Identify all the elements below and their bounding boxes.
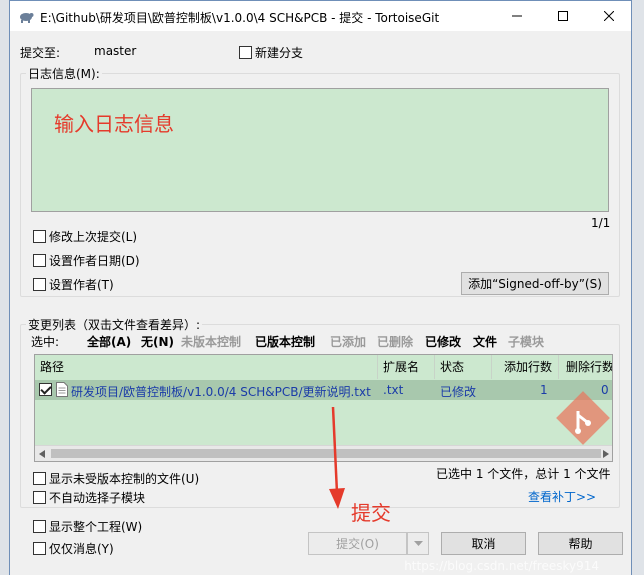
new-branch-checkbox[interactable]: 新建分支 — [239, 44, 303, 61]
message-only-checkbox[interactable]: 仅仅消息(Y) — [33, 540, 114, 557]
branch-name: master — [94, 44, 137, 58]
message-only-checkbox-box[interactable] — [33, 542, 46, 555]
filter-added[interactable]: 已添加 — [330, 333, 366, 350]
close-button[interactable] — [586, 1, 631, 31]
commit-to-label: 提交至: — [20, 46, 61, 60]
new-branch-label: 新建分支 — [255, 46, 304, 60]
show-whole-project-checkbox-box[interactable] — [33, 520, 46, 533]
view-patch-link[interactable]: 查看补丁>> — [528, 488, 596, 505]
commit-message-text: 输入日志信息 — [54, 112, 174, 136]
set-author-label: 设置作者(T) — [49, 278, 114, 292]
row-added: 1 — [540, 383, 548, 397]
close-icon — [603, 11, 614, 21]
column-header-deleted[interactable]: 删除行数 — [559, 355, 612, 379]
set-author-checkbox[interactable]: 设置作者(T) — [33, 276, 114, 293]
no-autoselect-label: 不自动选择子模块 — [49, 491, 146, 505]
help-button[interactable]: 帮助 — [538, 532, 623, 555]
minimize-icon — [511, 15, 522, 17]
filter-unversioned[interactable]: 未版本控制 — [181, 333, 241, 350]
filter-all[interactable]: 全部(A) — [87, 333, 131, 350]
filter-none[interactable]: 无(N) — [141, 333, 174, 350]
amend-label: 修改上次提交(L) — [49, 230, 138, 244]
select-label: 选中: — [31, 335, 60, 349]
annotation-label: 提交 — [351, 501, 391, 525]
filter-versioned[interactable]: 已版本控制 — [255, 333, 315, 350]
window-title: E:\Github\研发项目\欧普控制板\v1.0.0\4 SCH&PCB - … — [40, 11, 440, 25]
filter-deleted[interactable]: 已删除 — [377, 333, 413, 350]
maximize-icon — [557, 11, 568, 21]
commit-dialog: E:\Github\研发项目\欧普控制板\v1.0.0\4 SCH&PCB - … — [9, 0, 632, 575]
filter-submodules[interactable]: 子模块 — [508, 333, 544, 350]
chevron-down-icon — [413, 540, 423, 546]
selection-summary: 已选中 1 个文件，总计 1 个文件 — [436, 467, 611, 481]
row-path: 研发项目/欧普控制板/v1.0.0/4 SCH&PCB/更新说明.txt — [71, 385, 371, 399]
row-status: 已修改 — [440, 385, 477, 399]
commit-dropdown-button[interactable] — [407, 532, 429, 555]
set-author-checkbox-box[interactable] — [33, 278, 46, 291]
no-autoselect-submodules-checkbox[interactable]: 不自动选择子模块 — [33, 489, 145, 506]
title-bar: E:\Github\研发项目\欧普控制板\v1.0.0\4 SCH&PCB - … — [10, 1, 631, 31]
filter-files[interactable]: 文件 — [473, 333, 497, 350]
commit-button[interactable]: 提交(O) — [308, 532, 407, 555]
table-row[interactable]: 研发项目/欧普控制板/v1.0.0/4 SCH&PCB/更新说明.txt .tx… — [35, 380, 612, 400]
message-only-label: 仅仅消息(Y) — [49, 542, 114, 556]
watermark-text: https://blog.csdn.net/freesky914 — [404, 559, 599, 573]
show-unversioned-label: 显示未受版本控制的文件(U) — [49, 472, 200, 486]
show-whole-project-checkbox[interactable]: 显示整个工程(W) — [33, 518, 142, 535]
set-date-checkbox-box[interactable] — [33, 254, 46, 267]
row-checkbox[interactable] — [39, 383, 52, 396]
changes-list[interactable]: 路径 扩展名 状态 添加行数 删除行数 研发项目/欧普控制板/v1.0.0/4 … — [34, 354, 613, 462]
annotation-arrow-icon — [329, 406, 345, 509]
signed-off-button[interactable]: 添加“Signed-off-by”(S) — [461, 272, 609, 295]
tortoise-app-icon — [20, 13, 34, 23]
horizontal-scrollbar[interactable] — [35, 445, 612, 461]
amend-checkbox-box[interactable] — [33, 230, 46, 243]
column-header-extension[interactable]: 扩展名 — [378, 355, 435, 379]
column-header-status[interactable]: 状态 — [435, 355, 492, 379]
row-extension: .txt — [383, 383, 404, 397]
scroll-right-icon[interactable] — [603, 450, 609, 458]
cancel-button[interactable]: 取消 — [441, 532, 526, 555]
scroll-left-icon[interactable] — [39, 450, 45, 458]
maximize-button[interactable] — [540, 1, 585, 31]
commit-message-input[interactable]: 输入日志信息 — [31, 88, 609, 212]
message-group-label: 日志信息(M): — [26, 65, 102, 82]
column-header-path[interactable]: 路径 — [35, 355, 378, 379]
changes-group-label: 变更列表（双击文件查看差异）: — [26, 316, 203, 333]
text-file-icon — [56, 382, 68, 397]
new-branch-checkbox-box[interactable] — [239, 46, 252, 59]
column-header-added[interactable]: 添加行数 — [492, 355, 559, 379]
set-date-checkbox[interactable]: 设置作者日期(D) — [33, 252, 140, 269]
show-whole-project-label: 显示整个工程(W) — [49, 520, 143, 534]
show-unversioned-checkbox[interactable]: 显示未受版本控制的文件(U) — [33, 470, 199, 487]
show-unversioned-checkbox-box[interactable] — [33, 472, 46, 485]
minimize-button[interactable] — [494, 1, 539, 31]
set-date-label: 设置作者日期(D) — [49, 254, 140, 268]
amend-checkbox[interactable]: 修改上次提交(L) — [33, 228, 137, 245]
message-line-counter: 1/1 — [591, 216, 611, 230]
no-autoselect-checkbox-box[interactable] — [33, 491, 46, 504]
filter-modified[interactable]: 已修改 — [425, 333, 461, 350]
git-logo-icon — [556, 391, 610, 445]
